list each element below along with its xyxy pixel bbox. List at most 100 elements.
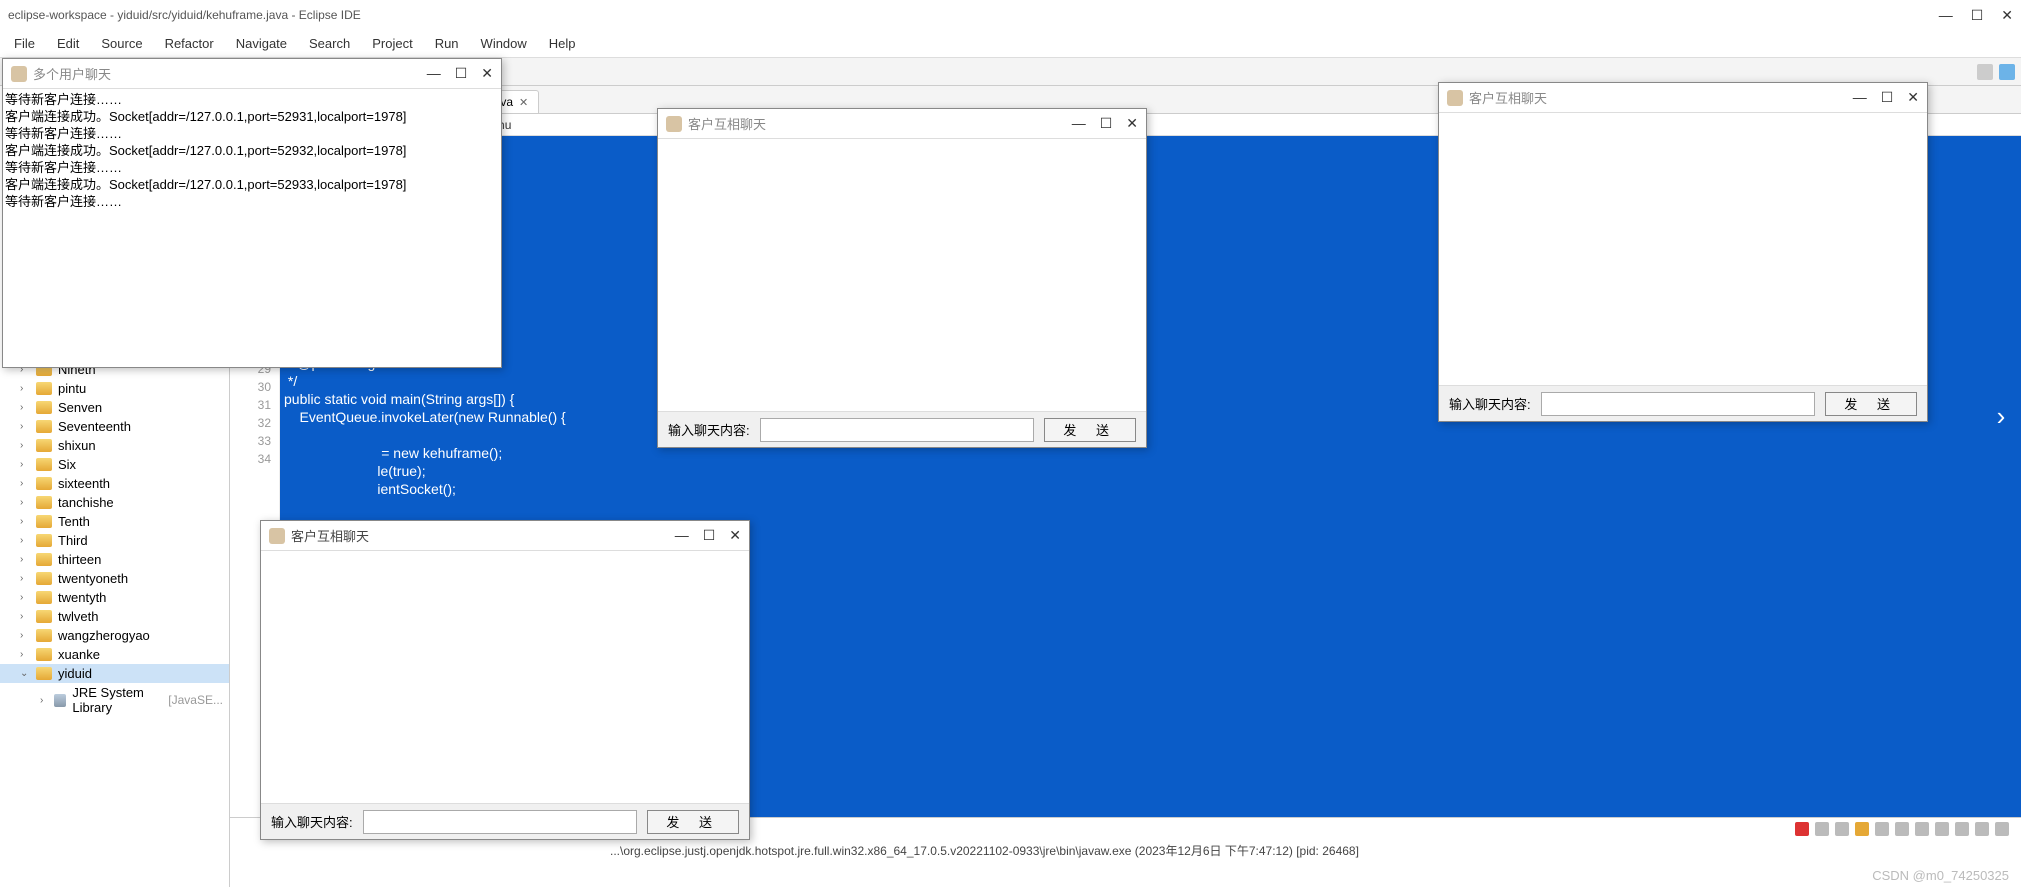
child-title-text: 客户互相聊天 [1469, 88, 1547, 107]
sidebar-item-twentyth[interactable]: ›twentyth [0, 588, 229, 607]
sidebar-item-pintu[interactable]: ›pintu [0, 379, 229, 398]
child-title-bar[interactable]: 多个用户聊天 — ☐ ✕ [3, 59, 501, 89]
expand-right-icon[interactable]: › [1981, 396, 2021, 436]
chat-footer: 输入聊天内容: 发 送 [1439, 385, 1927, 421]
folder-icon [36, 382, 52, 395]
window-server-chat[interactable]: 多个用户聊天 — ☐ ✕ 等待新客户连接…… 客户端连接成功。Socket[ad… [2, 58, 502, 368]
maximize-icon[interactable]: ☐ [1881, 89, 1894, 106]
min-view-icon[interactable] [1975, 822, 1989, 836]
close-icon[interactable]: ✕ [481, 65, 493, 82]
chat-input-label: 输入聊天内容: [1449, 394, 1531, 413]
menu-navigate[interactable]: Navigate [226, 32, 297, 55]
remove-launch-icon[interactable] [1815, 822, 1829, 836]
minimize-icon[interactable]: — [1072, 115, 1086, 132]
minimize-icon[interactable]: — [675, 527, 689, 544]
tree-arrow-icon: › [20, 554, 30, 565]
folder-icon [36, 610, 52, 623]
sidebar-item-tenth[interactable]: ›Tenth [0, 512, 229, 531]
window-chat-1[interactable]: 客户互相聊天 — ☐ ✕ 输入聊天内容: 发 送 [260, 520, 750, 840]
menu-refactor[interactable]: Refactor [155, 32, 224, 55]
child-title-text: 客户互相聊天 [291, 526, 369, 545]
menu-help[interactable]: Help [539, 32, 586, 55]
sidebar-item-sixteenth[interactable]: ›sixteenth [0, 474, 229, 493]
word-wrap-icon[interactable] [1895, 822, 1909, 836]
child-title-text: 客户互相聊天 [688, 114, 766, 133]
child-title-bar[interactable]: 客户互相聊天 — ☐ ✕ [658, 109, 1146, 139]
tree-arrow-icon: › [20, 421, 30, 432]
sidebar-item-label: Senven [58, 400, 102, 415]
chat-input[interactable] [363, 810, 638, 834]
close-icon[interactable]: ✕ [1907, 89, 1919, 106]
display-console-icon[interactable] [1935, 822, 1949, 836]
tree-arrow-icon: › [20, 516, 30, 527]
clear-console-icon[interactable] [1855, 822, 1869, 836]
perspective-java-icon[interactable] [1999, 64, 2015, 80]
folder-icon [36, 477, 52, 490]
minimize-icon[interactable]: — [1939, 7, 1953, 24]
chat-body [658, 139, 1146, 411]
sidebar-item-twentyoneth[interactable]: › twentyoneth [0, 569, 229, 588]
server-log-body: 等待新客户连接…… 客户端连接成功。Socket[addr=/127.0.0.1… [3, 89, 501, 367]
tree-arrow-icon: › [20, 573, 30, 584]
send-button[interactable]: 发 送 [1044, 418, 1136, 442]
minimize-icon[interactable]: — [427, 65, 441, 82]
menu-source[interactable]: Source [91, 32, 152, 55]
sidebar-item-senven[interactable]: ›Senven [0, 398, 229, 417]
window-chat-2[interactable]: 客户互相聊天 — ☐ ✕ 输入聊天内容: 发 送 [657, 108, 1147, 448]
line-number: 31 [238, 396, 271, 414]
sidebar-item-tanchishe[interactable]: ›tanchishe [0, 493, 229, 512]
minimize-icon[interactable]: — [1853, 89, 1867, 106]
server-log-text: 等待新客户连接…… 客户端连接成功。Socket[addr=/127.0.0.1… [5, 91, 499, 210]
maximize-icon[interactable]: ☐ [703, 527, 716, 544]
sidebar-item-xuanke[interactable]: ›xuanke [0, 645, 229, 664]
menu-file[interactable]: File [4, 32, 45, 55]
sidebar-item-wangzherogyao[interactable]: ›wangzherogyao [0, 626, 229, 645]
sidebar-item-label: Seventeenth [58, 419, 131, 434]
sidebar-item-label: twentyoneth [58, 571, 128, 586]
folder-icon [36, 420, 52, 433]
scroll-lock-icon[interactable] [1875, 822, 1889, 836]
pin-console-icon[interactable] [1915, 822, 1929, 836]
library-icon [54, 694, 67, 707]
menu-search[interactable]: Search [299, 32, 360, 55]
chat-input[interactable] [760, 418, 1035, 442]
chat-footer: 输入聊天内容: 发 送 [658, 411, 1146, 447]
menu-edit[interactable]: Edit [47, 32, 89, 55]
sidebar-item-shixun[interactable]: ›shixun [0, 436, 229, 455]
terminate-icon[interactable] [1795, 822, 1809, 836]
sidebar-item-label: Six [58, 457, 76, 472]
folder-icon [36, 591, 52, 604]
send-button[interactable]: 发 送 [1825, 392, 1917, 416]
send-button[interactable]: 发 送 [647, 810, 739, 834]
sidebar-item-jre[interactable]: ›JRE System Library [JavaSE... [0, 683, 229, 717]
sidebar-item-yiduid[interactable]: ⌄yiduid [0, 664, 229, 683]
tree-arrow-icon: › [20, 592, 30, 603]
sidebar-item-twlveth[interactable]: ›twlveth [0, 607, 229, 626]
tab-close-icon[interactable]: ✕ [519, 96, 528, 109]
sidebar-item-thirteen[interactable]: ›thirteen [0, 550, 229, 569]
close-icon[interactable]: ✕ [1126, 115, 1138, 132]
sidebar-item-six[interactable]: ›Six [0, 455, 229, 474]
close-icon[interactable]: ✕ [2001, 7, 2013, 24]
window-chat-3[interactable]: 客户互相聊天 — ☐ ✕ 输入聊天内容: 发 送 [1438, 82, 1928, 422]
max-view-icon[interactable] [1995, 822, 2009, 836]
maximize-icon[interactable]: ☐ [1100, 115, 1113, 132]
folder-icon [36, 401, 52, 414]
remove-all-icon[interactable] [1835, 822, 1849, 836]
folder-icon [36, 648, 52, 661]
menu-run[interactable]: Run [425, 32, 469, 55]
maximize-icon[interactable]: ☐ [1971, 7, 1984, 24]
menu-project[interactable]: Project [362, 32, 422, 55]
maximize-icon[interactable]: ☐ [455, 65, 468, 82]
child-title-bar[interactable]: 客户互相聊天 — ☐ ✕ [1439, 83, 1927, 113]
child-title-text: 多个用户聊天 [33, 64, 111, 83]
child-title-bar[interactable]: 客户互相聊天 — ☐ ✕ [261, 521, 749, 551]
close-icon[interactable]: ✕ [729, 527, 741, 544]
chat-input[interactable] [1541, 392, 1816, 416]
sidebar-item-seventeenth[interactable]: › Seventeenth [0, 417, 229, 436]
menu-window[interactable]: Window [471, 32, 537, 55]
sidebar-item-third[interactable]: ›Third [0, 531, 229, 550]
sidebar-item-label: JRE System Library [72, 685, 162, 715]
open-console-icon[interactable] [1955, 822, 1969, 836]
quick-search-icon[interactable] [1977, 64, 1993, 80]
